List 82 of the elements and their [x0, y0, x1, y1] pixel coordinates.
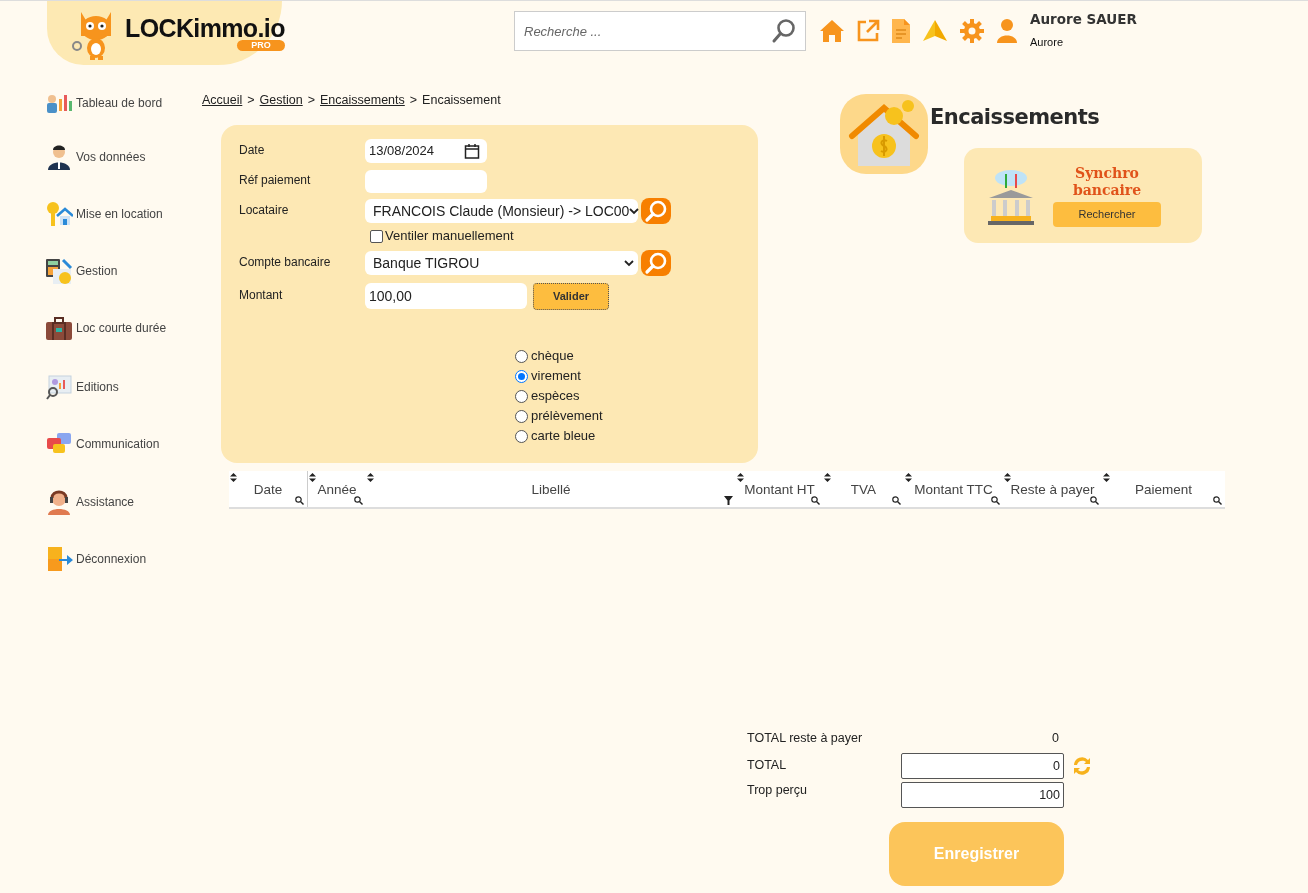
field-label: Réf paiement [239, 171, 312, 189]
headset-person-icon [45, 488, 73, 516]
search-field[interactable]: Recherche ... [514, 11, 806, 51]
person-icon [45, 143, 73, 171]
total-label: TOTAL reste à payer [747, 729, 864, 747]
date-field[interactable]: 13/08/2024 [365, 139, 487, 163]
dropdown-field[interactable]: FRANCOIS Claude (Monsieur) -> LOC00 [365, 199, 638, 223]
search-icon[interactable] [892, 496, 901, 505]
sort-icon[interactable] [367, 473, 374, 482]
user-subtitle: Aurore [1030, 35, 1065, 51]
monitor-icon [45, 373, 73, 401]
column-header[interactable]: Libellé [366, 471, 736, 507]
search-icon[interactable] [1213, 496, 1222, 505]
sort-icon[interactable] [737, 473, 744, 482]
breadcrumb-separator: > [247, 91, 255, 109]
chevron-down-icon [624, 259, 634, 267]
sidebar-item[interactable]: Mise en location [45, 200, 202, 228]
breadcrumb-separator: > [409, 91, 418, 109]
breadcrumb-link[interactable]: Accueil [202, 90, 243, 110]
sidebar-item[interactable]: Communication [45, 430, 202, 458]
validate-button[interactable]: Valider [533, 282, 609, 310]
sidebar-item[interactable]: Vos données [45, 143, 202, 171]
suitcase-icon [45, 314, 73, 342]
dropdown-field[interactable]: Banque TIGROU [365, 251, 638, 275]
sort-icon[interactable] [309, 473, 316, 482]
sidebar-item[interactable]: Déconnexion [45, 545, 202, 573]
calculator-icon [45, 257, 73, 285]
column-header[interactable]: Paiement [1102, 471, 1225, 507]
sidebar-item[interactable]: Loc courte durée [45, 314, 202, 342]
field-label: Date [239, 141, 266, 159]
sort-icon[interactable] [824, 473, 831, 482]
search-icon[interactable] [295, 496, 304, 505]
breadcrumb-separator: > [307, 91, 315, 109]
sort-icon[interactable] [1004, 473, 1011, 482]
column-header[interactable]: Année [308, 471, 366, 507]
total-field[interactable]: 100 [901, 781, 1064, 808]
sidebar-item[interactable]: Assistance [45, 488, 202, 516]
chevron-down-icon [629, 207, 640, 215]
breadcrumb-link[interactable]: Encaissements [320, 90, 405, 110]
amount-field[interactable]: 100,00 [365, 283, 527, 309]
payment-reference-field[interactable] [365, 169, 487, 193]
payment-mode-radio[interactable]: chèque [515, 346, 758, 366]
search-icon[interactable] [1090, 496, 1099, 505]
page-title: Encaissements [930, 104, 1100, 131]
sort-icon[interactable] [1103, 473, 1110, 482]
logo-text: LOCKimmo.io [125, 15, 285, 41]
exit-door-icon [45, 545, 73, 573]
sidebar-item[interactable]: Editions [45, 373, 202, 401]
column-header[interactable]: Reste à payer [1003, 471, 1102, 507]
logo-badge: PRO [237, 39, 285, 51]
sort-icon[interactable] [905, 473, 912, 482]
payment-mode-radio[interactable]: espèces [515, 386, 758, 406]
total-field[interactable]: 0 [901, 752, 1064, 779]
house-coins-icon [840, 94, 928, 174]
search-button[interactable]: Rechercher [1053, 201, 1161, 227]
calendar-icon[interactable] [464, 143, 480, 159]
payment-mode-radio[interactable]: prélèvement [515, 406, 758, 426]
column-header[interactable]: TVA [823, 471, 904, 507]
field-label: Compte bancaire [239, 253, 332, 271]
column-header[interactable]: Montant TTC [904, 471, 1003, 507]
total-label: TOTAL [747, 757, 788, 775]
field-label: Locataire [239, 201, 290, 219]
total-value: 0 [1051, 729, 1059, 747]
breadcrumb-current: Encaissement [422, 91, 501, 109]
field-label: Montant [239, 286, 284, 304]
manual-split-checkbox[interactable]: Ventiler manuellement [370, 226, 514, 246]
sidebar-item[interactable]: Tableau de bord [45, 89, 202, 117]
user-name: Aurore SAUER [1030, 10, 1137, 29]
breadcrumb-link[interactable]: Gestion [259, 90, 303, 110]
column-header[interactable]: Montant HT [736, 471, 823, 507]
bank-sync-title: Synchro bancaire [1071, 164, 1143, 199]
payment-mode-radio[interactable]: virement [515, 366, 758, 386]
payment-mode-radio[interactable]: carte bleue [515, 426, 758, 446]
column-header[interactable]: Date [229, 471, 308, 507]
search-icon[interactable] [354, 496, 363, 505]
filter-icon[interactable] [724, 496, 733, 505]
key-house-icon [45, 200, 73, 228]
search-icon[interactable] [991, 496, 1000, 505]
sidebar-item[interactable]: Gestion [45, 257, 202, 285]
sort-icon[interactable] [230, 473, 237, 482]
total-label: Trop perçu [747, 782, 808, 800]
search-icon[interactable] [811, 496, 820, 505]
